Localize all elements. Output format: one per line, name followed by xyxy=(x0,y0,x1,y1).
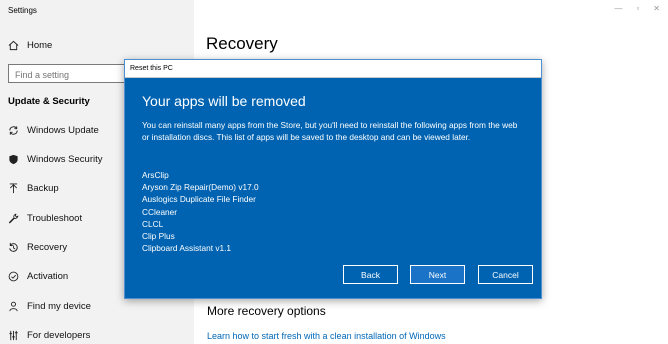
list-item: CLCL xyxy=(142,218,164,229)
clean-install-link[interactable]: Learn how to start fresh with a clean in… xyxy=(207,331,446,341)
sidebar-item-label: Windows Update xyxy=(27,124,99,136)
home-icon xyxy=(7,39,19,51)
sidebar-item-label: Home xyxy=(27,39,53,51)
sidebar-item-for-developers[interactable]: For developers xyxy=(0,324,194,344)
cancel-button[interactable]: Cancel xyxy=(478,265,533,284)
list-item: Aryson Zip Repair(Demo) v17.0 xyxy=(142,182,259,193)
maximize-icon[interactable]: ▫ xyxy=(636,4,639,13)
list-item: CCleaner xyxy=(142,206,178,217)
dialog-titlebar[interactable]: Reset this PC xyxy=(125,60,541,78)
sidebar-item-label: Windows Security xyxy=(27,153,103,165)
page-title: Recovery xyxy=(206,34,278,53)
sidebar-item-label: Troubleshoot xyxy=(27,212,83,224)
sidebar-item-label: Recovery xyxy=(27,241,68,253)
sidebar-item-label: For developers xyxy=(27,329,91,341)
person-location-icon xyxy=(7,300,19,312)
back-button[interactable]: Back xyxy=(343,265,398,284)
sidebar-item-home[interactable]: Home xyxy=(0,34,194,56)
sync-icon xyxy=(7,124,19,136)
dialog-heading: Your apps will be removed xyxy=(142,93,306,109)
section-heading: Update & Security xyxy=(8,96,90,107)
window-controls: — ▫ ✕ xyxy=(614,4,660,13)
sidebar-item-label: Activation xyxy=(27,270,69,282)
list-item: Clipboard Assistant v1.1 xyxy=(142,243,232,254)
backup-arrow-icon xyxy=(7,182,19,194)
shield-icon xyxy=(7,153,19,165)
list-item: Clip Plus xyxy=(142,231,175,242)
reset-pc-dialog: Reset this PC Your apps will be removed … xyxy=(124,59,542,299)
list-item: Auslogics Duplicate File Finder xyxy=(142,194,256,205)
developer-tools-icon xyxy=(7,329,19,341)
recovery-icon xyxy=(7,241,19,253)
minimize-icon[interactable]: — xyxy=(614,4,622,13)
wrench-icon xyxy=(7,212,19,224)
list-item: ArsClip xyxy=(142,170,169,180)
app-title: Settings xyxy=(8,6,37,15)
sidebar-item-label: Find my device xyxy=(27,300,91,312)
check-circle-icon xyxy=(7,270,19,282)
dialog-message: You can reinstall many apps from the Sto… xyxy=(142,120,518,142)
app-list: ArsClip Aryson Zip Repair(Demo) v17.0 Au… xyxy=(142,169,259,254)
sidebar-item-label: Backup xyxy=(27,182,59,194)
next-button[interactable]: Next xyxy=(410,265,465,284)
close-icon[interactable]: ✕ xyxy=(653,4,660,13)
dialog-title: Reset this PC xyxy=(130,65,173,72)
more-recovery-options-heading: More recovery options xyxy=(207,304,326,318)
